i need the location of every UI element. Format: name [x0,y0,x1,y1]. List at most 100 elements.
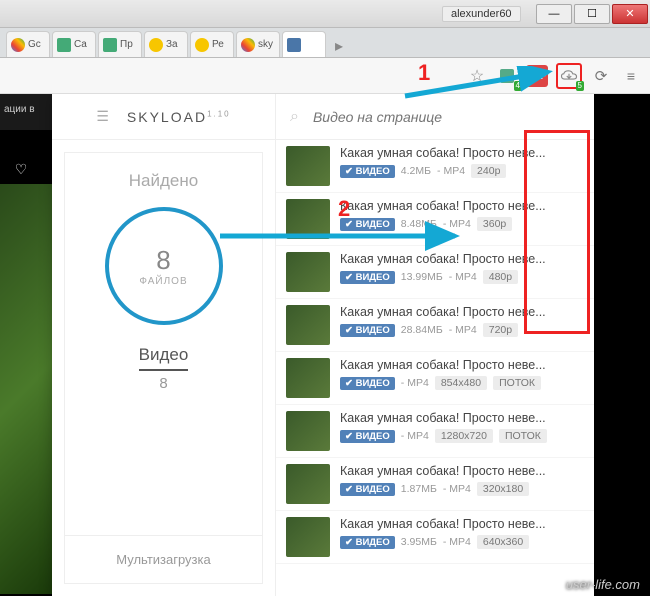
item-thumb [286,464,330,504]
close-button[interactable]: ✕ [612,4,648,24]
found-label: Найдено [129,171,198,191]
count-number: 8 [156,245,170,276]
item-thumb [286,305,330,345]
list-item[interactable]: Какая умная собака! Просто неве... ✔ ВИД… [276,140,594,193]
item-sub: ✔ ВИДЕО - MP4 1280x720 ПОТОК [340,429,584,443]
item-title: Какая умная собака! Просто неве... [340,464,584,478]
favicon-icon [103,38,117,52]
list-item[interactable]: Какая умная собака! Просто неве... ✔ ВИД… [276,193,594,246]
multi-download-button[interactable]: Мультизагрузка [65,535,262,583]
brand-label: SKYLOAD1.10 [127,109,231,125]
item-resolution[interactable]: 240p [471,164,506,178]
tab-label: Пр [120,39,133,50]
list-item[interactable]: Какая умная собака! Просто неве... ✔ ВИД… [276,246,594,299]
page-text-fragment: ации в [0,94,52,130]
item-meta: Какая умная собака! Просто неве... ✔ ВИД… [340,464,584,504]
item-thumb [286,358,330,398]
sync-icon[interactable]: ⟳ [590,65,612,87]
item-size: 1.87МБ [401,483,437,495]
browser-tab[interactable]: Gc [6,31,50,57]
maximize-button[interactable]: ☐ [574,4,610,24]
new-tab-button[interactable]: ▸ [328,35,350,57]
item-title: Какая умная собака! Просто неве... [340,252,584,266]
item-size: 8.48МБ [401,218,437,230]
item-sub: ✔ ВИДЕО - MP4 854x480 ПОТОК [340,376,584,390]
item-resolution[interactable]: 360p [477,217,512,231]
item-sub: ✔ ВИДЕО 8.48МБ - MP4 360p [340,217,584,231]
list-item[interactable]: Какая умная собака! Просто неве... ✔ ВИД… [276,405,594,458]
heart-icon: ♡ [15,161,28,178]
tab-label: Gc [28,39,41,50]
favicon-icon [57,38,71,52]
skyload-panel: ☰ SKYLOAD1.10 Найдено 8 ФАЙЛОВ Видео 8 М… [52,94,594,596]
annotation-number: 2 [338,196,350,222]
item-title: Какая умная собака! Просто неве... [340,517,584,531]
list-item[interactable]: Какая умная собака! Просто неве... ✔ ВИД… [276,352,594,405]
tabstrip: Gc Ca Пр За Ре sky ▸ [0,28,650,58]
browser-tab[interactable]: За [144,31,188,57]
list-item[interactable]: Какая умная собака! Просто неве... ✔ ВИД… [276,299,594,352]
browser-tab[interactable]: Ре [190,31,234,57]
minimize-button[interactable]: — [536,4,572,24]
item-title: Какая умная собака! Просто неве... [340,411,584,425]
brand-row: ☰ SKYLOAD1.10 [52,94,275,140]
menu-icon[interactable]: ≡ [620,65,642,87]
browser-tab-active[interactable] [282,31,326,57]
filter-icon[interactable]: ☰ [96,108,109,125]
item-sub: ✔ ВИДЕО 28.84МБ - MP4 720p [340,323,584,337]
list-item[interactable]: Какая умная собака! Просто неве... ✔ ВИД… [276,511,594,564]
item-extra[interactable]: ПОТОК [493,376,541,390]
item-size: 3.95МБ [401,536,437,548]
item-extra[interactable]: ПОТОК [499,429,547,443]
vk-badge: ✔ ВИДЕО [340,430,395,443]
user-label: alexunder60 [442,6,521,22]
vk-badge: ✔ ВИДЕО [340,377,395,390]
item-resolution[interactable]: 480p [483,270,518,284]
vk-badge: ✔ ВИДЕО [340,165,395,178]
bookmark-star-icon[interactable]: ☆ [466,65,488,87]
favicon-icon [195,38,209,52]
category-tab[interactable]: Видео [139,345,189,371]
favicon-icon [287,38,301,52]
results-list: Какая умная собака! Просто неве... ✔ ВИД… [276,140,594,596]
browser-tab[interactable]: Пр [98,31,142,57]
item-size: 28.84МБ [401,324,443,336]
item-meta: Какая умная собака! Просто неве... ✔ ВИД… [340,305,584,345]
item-meta: Какая умная собака! Просто неве... ✔ ВИД… [340,411,584,451]
panel-left: ☰ SKYLOAD1.10 Найдено 8 ФАЙЛОВ Видео 8 М… [52,94,276,596]
browser-tab[interactable]: Ca [52,31,96,57]
abp-extension-button[interactable]: ABP [526,65,548,87]
tab-label: Ре [212,39,224,50]
item-resolution[interactable]: 320x180 [477,482,529,496]
skyload-extension-button[interactable]: 5 [556,63,582,89]
like-button[interactable]: ♡ [4,154,38,184]
item-resolution[interactable]: 640x360 [477,535,529,549]
item-resolution[interactable]: 720p [483,323,518,337]
item-format: - MP4 [443,536,471,548]
cloud-download-icon [560,69,578,83]
search-input[interactable] [313,109,580,125]
badge-count: 4 [514,81,522,91]
count-circle: 8 ФАЙЛОВ [105,207,223,325]
tab-label: За [166,39,178,50]
favicon-icon [241,38,255,52]
video-thumbnail-bg [0,184,52,594]
item-format: - MP4 [401,377,429,389]
vk-badge: ✔ ВИДЕО [340,324,395,337]
annotation-number: 1 [418,60,430,86]
item-resolution[interactable]: 1280x720 [435,429,493,443]
badge-count: 5 [576,81,584,91]
item-thumb [286,146,330,186]
tab-label: Ca [74,39,87,50]
toolbar: ☆ 4 ABP 5 ⟳ ≡ [0,58,650,94]
summary-card: Найдено 8 ФАЙЛОВ Видео 8 Мультизагрузка [64,152,263,584]
item-thumb [286,517,330,557]
extension-button[interactable]: 4 [496,65,518,87]
item-resolution[interactable]: 854x480 [435,376,487,390]
item-sub: ✔ ВИДЕО 13.99МБ - MP4 480p [340,270,584,284]
vk-badge: ✔ ВИДЕО [340,483,395,496]
list-item[interactable]: Какая умная собака! Просто неве... ✔ ВИД… [276,458,594,511]
browser-tab[interactable]: sky [236,31,280,57]
page-content: ации в ♡ ☰ SKYLOAD1.10 Найдено 8 ФАЙЛОВ … [0,94,650,596]
item-meta: Какая умная собака! Просто неве... ✔ ВИД… [340,358,584,398]
